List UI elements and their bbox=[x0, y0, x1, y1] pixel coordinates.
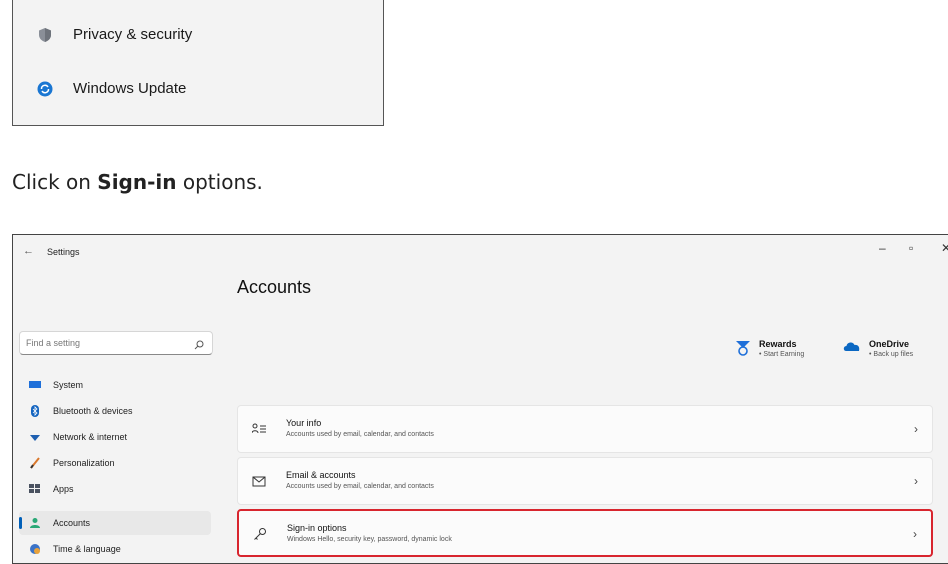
title-bar: ← Settings – ▫ ✕ bbox=[13, 235, 948, 269]
card-email-accounts[interactable]: Email & accounts Accounts used by email,… bbox=[237, 457, 933, 505]
instruction-suffix: options. bbox=[176, 170, 263, 194]
nav-item-apps[interactable]: Apps bbox=[19, 477, 211, 501]
globe-clock-icon bbox=[29, 543, 41, 555]
menu-item-privacy-security[interactable]: Privacy & security bbox=[37, 26, 192, 43]
nav-item-label: Network & internet bbox=[53, 432, 128, 442]
chevron-right-icon: › bbox=[914, 474, 918, 488]
monitor-icon bbox=[29, 379, 41, 391]
card-subtitle: Accounts used by email, calendar, and co… bbox=[286, 483, 434, 490]
nav-item-label: Bluetooth & devices bbox=[53, 406, 133, 416]
menu-item-label: Privacy & security bbox=[73, 26, 193, 43]
rewards-title: Rewards bbox=[759, 339, 797, 349]
card-subtitle: Windows Hello, security key, password, d… bbox=[287, 536, 452, 543]
card-sign-in-options[interactable]: Sign-in options Windows Hello, security … bbox=[237, 509, 933, 557]
search-icon bbox=[194, 337, 204, 350]
card-subtitle: Accounts used by email, calendar, and co… bbox=[286, 431, 434, 438]
nav-item-personalization[interactable]: Personalization bbox=[19, 451, 211, 475]
mail-icon bbox=[252, 474, 266, 488]
onedrive-sub: • Back up files bbox=[869, 351, 914, 358]
rewards-sub: • Start Earning bbox=[759, 351, 805, 358]
menu-item-windows-update[interactable]: Windows Update bbox=[37, 80, 186, 97]
onedrive-promo[interactable]: OneDrive • Back up files bbox=[843, 339, 913, 358]
back-arrow-icon[interactable]: ← bbox=[23, 245, 34, 257]
windows-update-icon bbox=[37, 81, 53, 97]
search-box[interactable]: Find a setting bbox=[19, 331, 213, 355]
close-button[interactable]: ✕ bbox=[941, 241, 948, 255]
shield-icon bbox=[37, 27, 53, 43]
card-title: Sign-in options bbox=[287, 523, 347, 533]
wifi-icon bbox=[29, 431, 41, 443]
nav-item-time-language[interactable]: Time & language bbox=[19, 537, 211, 561]
page-title: Accounts bbox=[237, 277, 312, 297]
nav-item-bluetooth[interactable]: Bluetooth & devices bbox=[19, 399, 211, 423]
menu-item-label: Windows Update bbox=[73, 80, 187, 97]
settings-window: ← Settings – ▫ ✕ Accounts Find a setting… bbox=[12, 234, 948, 564]
key-icon bbox=[253, 527, 267, 541]
previous-settings-menu: Privacy & security Windows Update bbox=[12, 0, 384, 126]
onedrive-title: OneDrive bbox=[869, 339, 910, 349]
card-title: Your info bbox=[286, 418, 322, 428]
nav-item-label: Personalization bbox=[53, 458, 115, 468]
nav-item-accounts[interactable]: Accounts bbox=[19, 511, 211, 535]
nav-item-label: System bbox=[53, 380, 84, 390]
nav-item-system[interactable]: System bbox=[19, 373, 211, 397]
cloud-icon bbox=[843, 339, 861, 358]
chevron-right-icon: › bbox=[913, 527, 917, 541]
selection-indicator bbox=[19, 517, 22, 529]
nav-item-label: Accounts bbox=[53, 518, 91, 528]
rewards-icon bbox=[735, 339, 751, 362]
apps-icon bbox=[29, 483, 41, 495]
instruction-prefix: Click on bbox=[12, 170, 98, 194]
nav-item-label: Time & language bbox=[53, 544, 121, 554]
search-placeholder: Find a setting bbox=[26, 338, 81, 348]
restore-button[interactable]: ▫ bbox=[909, 241, 913, 255]
instruction-bold: Sign-in bbox=[97, 170, 177, 194]
id-card-icon bbox=[251, 422, 266, 436]
card-title: Email & accounts bbox=[286, 470, 356, 480]
chevron-right-icon: › bbox=[914, 422, 918, 436]
minimize-button[interactable]: – bbox=[879, 241, 886, 255]
nav-item-label: Apps bbox=[53, 484, 74, 494]
instruction-text: Click on Sign-in options. bbox=[12, 170, 263, 194]
bluetooth-icon bbox=[29, 405, 41, 417]
nav-item-network[interactable]: Network & internet bbox=[19, 425, 211, 449]
rewards-promo[interactable]: Rewards • Start Earning bbox=[735, 339, 804, 362]
app-title: Settings bbox=[47, 247, 80, 257]
brush-icon bbox=[29, 457, 41, 469]
card-your-info[interactable]: Your info Accounts used by email, calend… bbox=[237, 405, 933, 453]
person-icon bbox=[29, 517, 41, 529]
